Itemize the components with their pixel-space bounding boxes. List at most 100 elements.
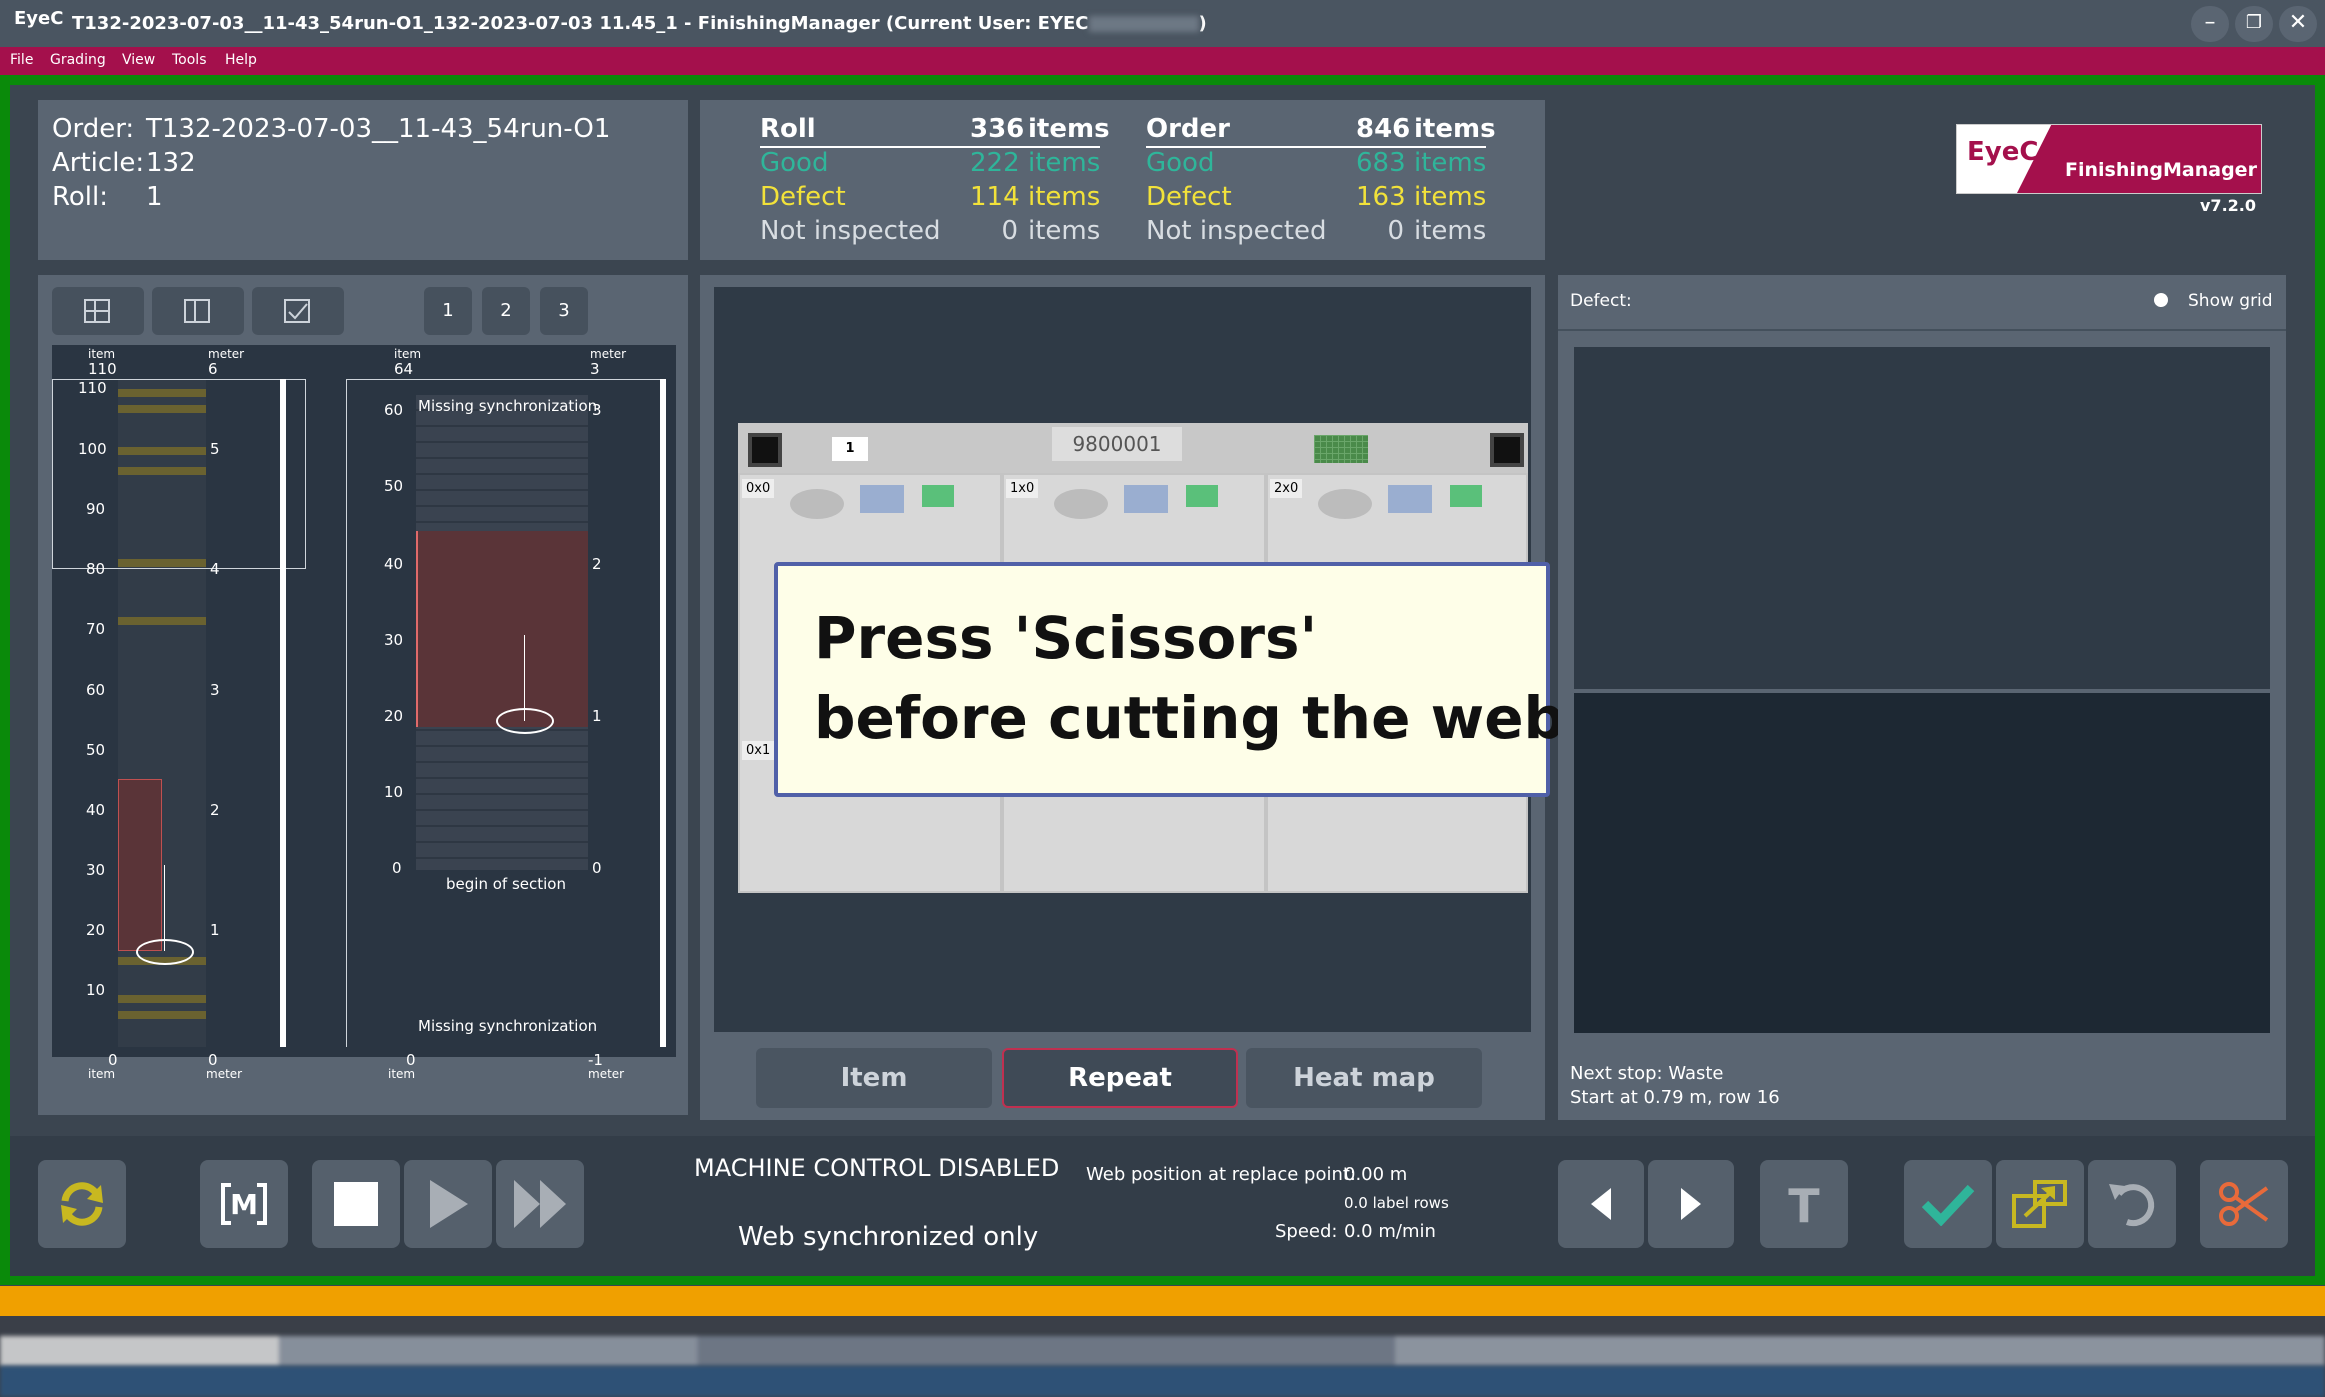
scissors-warning-popup: Press 'Scissors' before cutting the web!: [774, 562, 1592, 797]
close-button[interactable]: ✕: [2279, 6, 2317, 42]
tab-heatmap[interactable]: Heat map: [1246, 1048, 1482, 1108]
scissors-button[interactable]: [2200, 1160, 2288, 1248]
machine-mode: Web synchronized only: [738, 1222, 1039, 1252]
left-scrollbar[interactable]: [280, 379, 286, 1047]
items-unit: items: [1028, 182, 1101, 212]
show-grid-radio[interactable]: [2154, 293, 2168, 307]
defect-stripe: [118, 617, 206, 625]
color-swatch: [1186, 485, 1218, 507]
scissors-icon: [2219, 1182, 2269, 1226]
minimize-button[interactable]: –: [2191, 6, 2229, 42]
order-label: Order:: [52, 114, 135, 144]
tick: 2: [592, 555, 602, 573]
right-meter-max: 3: [590, 360, 600, 378]
page-2-button[interactable]: 2: [482, 287, 530, 335]
version: v7.2.0: [2200, 196, 2256, 215]
brand-product: FinishingManager: [2065, 159, 2257, 181]
roll-view-panel: 1 2 3 item 110 meter 6 110 100 90 80 70 …: [38, 275, 688, 1115]
restore-button[interactable]: ❐: [2235, 6, 2273, 42]
items-unit: items: [1414, 148, 1487, 178]
roll-not-inspected-label: Not inspected: [760, 216, 941, 246]
tick: 90: [86, 500, 106, 518]
defect-image-top: [1574, 347, 2270, 689]
order-defect: 163: [1356, 182, 1406, 212]
menu-file[interactable]: File: [10, 52, 33, 68]
speed-label: Speed:: [1275, 1221, 1338, 1242]
right-meter-header: meter: [590, 347, 627, 361]
pattern-swatch: [1124, 485, 1168, 513]
view-mode-3-button[interactable]: [252, 287, 344, 335]
tick: 20: [384, 707, 404, 725]
order-info-panel: Order: T132-2023-07-03__11-43_54run-O1 A…: [38, 100, 688, 260]
manual-mode-button[interactable]: M: [200, 1160, 288, 1248]
tick: 4: [210, 560, 220, 578]
order-not-inspected: 0: [1387, 216, 1404, 246]
check-icon: [1921, 1184, 1975, 1226]
fast-forward-button[interactable]: [496, 1160, 584, 1248]
defect-label: Defect:: [1570, 291, 1632, 311]
play-button[interactable]: [404, 1160, 492, 1248]
stop-button[interactable]: [312, 1160, 400, 1248]
undo-button[interactable]: [2088, 1160, 2176, 1248]
roll-good: 222: [970, 148, 1020, 178]
tick: 3: [592, 401, 602, 419]
tab-item[interactable]: Item: [756, 1048, 992, 1108]
page-1-button[interactable]: 1: [424, 287, 472, 335]
tick: 50: [86, 741, 106, 759]
page-3-button[interactable]: 3: [540, 287, 588, 335]
color-swatch: [922, 485, 954, 507]
items-unit: items: [1414, 114, 1496, 144]
roll-label: Roll:: [52, 182, 109, 212]
order-not-inspected-label: Not inspected: [1146, 216, 1327, 246]
export-button[interactable]: [1996, 1160, 2084, 1248]
defect-stripe: [118, 389, 206, 397]
fast-forward-icon: [514, 1180, 566, 1228]
previous-button[interactable]: [1558, 1160, 1644, 1248]
menu-grading[interactable]: Grading: [50, 52, 106, 68]
view-mode-1-button[interactable]: [52, 287, 144, 335]
defect-stripe: [118, 995, 206, 1003]
window-title: T132-2023-07-03__11-43_54run-O1_132-2023…: [72, 13, 1207, 34]
roll-defect-label: Defect: [760, 182, 846, 212]
text-icon: T: [1788, 1182, 1820, 1226]
popup-line-1: Press 'Scissors': [814, 604, 1318, 672]
pattern-swatch: [1388, 485, 1432, 513]
items-unit: items: [1414, 216, 1487, 246]
order-defect-label: Defect: [1146, 182, 1232, 212]
tick: 30: [384, 631, 404, 649]
right-defect-region: [416, 531, 588, 727]
left-foot-meter-label: meter: [206, 1067, 243, 1081]
svg-text:M: M: [230, 1188, 258, 1221]
registration-mark-left: [748, 433, 782, 467]
tab-repeat[interactable]: Repeat: [1002, 1048, 1238, 1108]
defect-stripe: [118, 1011, 206, 1019]
tick: 50: [384, 477, 404, 495]
accept-button[interactable]: [1904, 1160, 1992, 1248]
sync-button[interactable]: [38, 1160, 126, 1248]
sync-icon: [61, 1182, 103, 1226]
position-arrow: [164, 865, 165, 951]
roll-total: 336: [970, 114, 1025, 144]
prev-icon: [1591, 1188, 1611, 1220]
right-item-header: item: [394, 347, 422, 361]
roll-value: 1: [146, 182, 163, 212]
order-total: 846: [1356, 114, 1411, 144]
manual-mode-icon: M: [221, 1183, 267, 1225]
web-pos-value: 0.00 m: [1344, 1164, 1408, 1185]
right-foot-meter-label: meter: [588, 1067, 625, 1081]
menu-view[interactable]: View: [122, 52, 155, 68]
menu-help[interactable]: Help: [225, 52, 257, 68]
color-swatch: [1450, 485, 1482, 507]
order-good: 683: [1356, 148, 1406, 178]
barcode-value: 9800001: [1052, 427, 1182, 461]
order-good-label: Good: [1146, 148, 1215, 178]
right-item-max: 64: [394, 360, 414, 378]
right-scrollbar[interactable]: [660, 379, 666, 1047]
stop-icon: [334, 1182, 378, 1226]
tick: 1: [592, 707, 602, 725]
show-grid-label: Show grid: [2188, 291, 2273, 311]
text-button[interactable]: T: [1760, 1160, 1848, 1248]
menu-tools[interactable]: Tools: [172, 52, 207, 68]
view-mode-2-button[interactable]: [152, 287, 244, 335]
next-button[interactable]: [1648, 1160, 1734, 1248]
